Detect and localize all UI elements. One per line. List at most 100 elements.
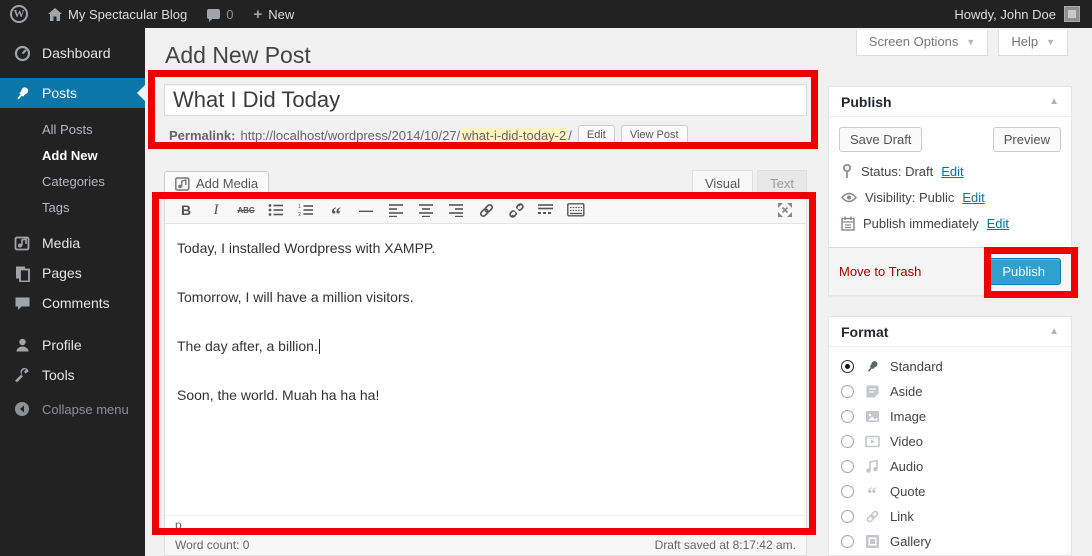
add-media-button[interactable]: Add Media — [164, 171, 269, 196]
permalink-slug[interactable]: what-i-did-today-2 — [460, 127, 568, 144]
format-option-video[interactable]: Video — [829, 429, 1071, 454]
screen-options-label: Screen Options — [869, 34, 959, 49]
chevron-down-icon: ▼ — [966, 37, 975, 47]
format-option-link[interactable]: Link — [829, 504, 1071, 529]
sidebar-item-comments[interactable]: Comments — [0, 288, 145, 318]
pages-icon — [14, 265, 31, 282]
format-option-aside[interactable]: Aside — [829, 379, 1071, 404]
format-option-gallery[interactable]: Gallery — [829, 529, 1071, 554]
radio-gallery[interactable] — [841, 535, 854, 548]
format-option-image[interactable]: Image — [829, 404, 1071, 429]
plus-icon: + — [253, 6, 262, 23]
submenu-tags[interactable]: Tags — [42, 194, 145, 220]
unlink-icon[interactable] — [503, 199, 529, 221]
submenu-add-new[interactable]: Add New — [42, 142, 145, 168]
chevron-down-icon: ▼ — [1046, 37, 1055, 47]
align-right-icon[interactable] — [443, 199, 469, 221]
sidebar-item-label: Pages — [42, 265, 82, 281]
sidebar-item-posts[interactable]: Posts — [0, 78, 145, 108]
tab-text[interactable]: Text — [757, 170, 807, 196]
bullet-list-icon[interactable] — [263, 199, 289, 221]
site-name-label: My Spectacular Blog — [68, 7, 187, 22]
preview-button[interactable]: Preview — [993, 127, 1061, 152]
strikethrough-icon[interactable]: ABC — [233, 199, 259, 221]
submenu-categories[interactable]: Categories — [42, 168, 145, 194]
user-icon — [14, 337, 31, 354]
save-draft-button[interactable]: Save Draft — [839, 127, 922, 152]
wordpress-admin-window: W My Spectacular Blog 0 + New Howdy, Joh… — [0, 0, 1092, 556]
comments-shortcut[interactable]: 0 — [197, 0, 243, 28]
account-menu[interactable]: Howdy, John Doe — [954, 0, 1092, 28]
sidebar-item-profile[interactable]: Profile — [0, 330, 145, 360]
menu-separator — [0, 318, 145, 330]
howdy-label: Howdy, John Doe — [954, 7, 1056, 22]
avatar — [1064, 6, 1080, 22]
numbered-list-icon[interactable]: 12 — [293, 199, 319, 221]
sidebar-item-label: Dashboard — [42, 45, 111, 61]
new-content-menu[interactable]: + New — [243, 0, 304, 28]
radio-link[interactable] — [841, 510, 854, 523]
word-count: Word count: 0 — [175, 538, 249, 552]
schedule-label: Publish immediately — [863, 216, 979, 231]
help-tab[interactable]: Help ▼ — [998, 30, 1068, 56]
link-icon[interactable] — [473, 199, 499, 221]
new-label: New — [268, 7, 294, 22]
horizontal-rule-icon[interactable]: — — [353, 199, 379, 221]
wordpress-logo-menu[interactable]: W — [0, 0, 38, 28]
toolbar-toggle-icon[interactable] — [563, 199, 589, 221]
align-left-icon[interactable] — [383, 199, 409, 221]
media-icon — [14, 235, 31, 252]
bold-icon[interactable]: B — [173, 199, 199, 221]
radio-audio[interactable] — [841, 460, 854, 473]
sidebar-item-label: Posts — [42, 85, 77, 101]
wrench-icon — [14, 367, 31, 384]
sidebar-item-pages[interactable]: Pages — [0, 258, 145, 288]
publish-button[interactable]: Publish — [986, 258, 1061, 285]
align-center-icon[interactable] — [413, 199, 439, 221]
radio-image[interactable] — [841, 410, 854, 423]
screen-options-tab[interactable]: Screen Options ▼ — [856, 30, 989, 56]
submenu-all-posts[interactable]: All Posts — [42, 116, 145, 142]
permalink-label: Permalink: — [169, 128, 235, 143]
sidebar-item-media[interactable]: Media — [0, 228, 145, 258]
format-option-quote[interactable]: “ Quote — [829, 479, 1071, 504]
publish-panel-title: Publish — [841, 94, 892, 110]
view-post-button[interactable]: View Post — [621, 125, 688, 145]
radio-standard[interactable] — [841, 360, 854, 373]
editor-paragraph: Soon, the world. Muah ha ha ha! — [177, 387, 794, 403]
editor-paragraph: Today, I installed Wordpress with XAMPP. — [177, 240, 794, 256]
radio-video[interactable] — [841, 435, 854, 448]
fullscreen-icon[interactable] — [772, 199, 798, 221]
edit-status-link[interactable]: Edit — [941, 164, 963, 179]
sidebar-item-tools[interactable]: Tools — [0, 360, 145, 390]
permalink-base: http://localhost/wordpress/2014/10/27/ — [240, 128, 460, 143]
edit-permalink-button[interactable]: Edit — [578, 125, 615, 145]
content-area: Screen Options ▼ Help ▼ Add New Post Per… — [145, 28, 1092, 556]
comment-bubble-icon — [207, 9, 220, 19]
pushpin-icon — [14, 85, 31, 102]
post-title-input[interactable] — [164, 84, 807, 116]
editor-paragraph: Tomorrow, I will have a million visitors… — [177, 289, 794, 305]
sidebar-item-dashboard[interactable]: Dashboard — [0, 38, 145, 68]
format-option-standard[interactable]: Standard — [829, 354, 1071, 379]
edit-schedule-link[interactable]: Edit — [987, 216, 1009, 231]
move-to-trash-link[interactable]: Move to Trash — [839, 264, 921, 279]
collapse-toggle-icon[interactable]: ▲ — [1049, 96, 1059, 107]
publish-panel-header[interactable]: Publish ▲ — [829, 87, 1071, 117]
italic-icon[interactable]: I — [203, 199, 229, 221]
radio-aside[interactable] — [841, 385, 854, 398]
editor-content[interactable]: Today, I installed Wordpress with XAMPP.… — [165, 224, 806, 515]
collapse-menu-button[interactable]: Collapse menu — [0, 394, 145, 424]
status-label: Status: Draft — [861, 164, 933, 179]
edit-visibility-link[interactable]: Edit — [962, 190, 984, 205]
pushpin-icon — [865, 359, 880, 374]
blockquote-icon[interactable]: “ — [323, 199, 349, 221]
format-option-audio[interactable]: Audio — [829, 454, 1071, 479]
more-tag-icon[interactable] — [533, 199, 559, 221]
collapse-toggle-icon[interactable]: ▲ — [1049, 326, 1059, 337]
site-name-link[interactable]: My Spectacular Blog — [38, 0, 197, 28]
format-panel-header[interactable]: Format ▲ — [829, 317, 1071, 347]
radio-quote[interactable] — [841, 485, 854, 498]
format-label: Standard — [890, 359, 943, 374]
tab-visual[interactable]: Visual — [692, 170, 753, 196]
